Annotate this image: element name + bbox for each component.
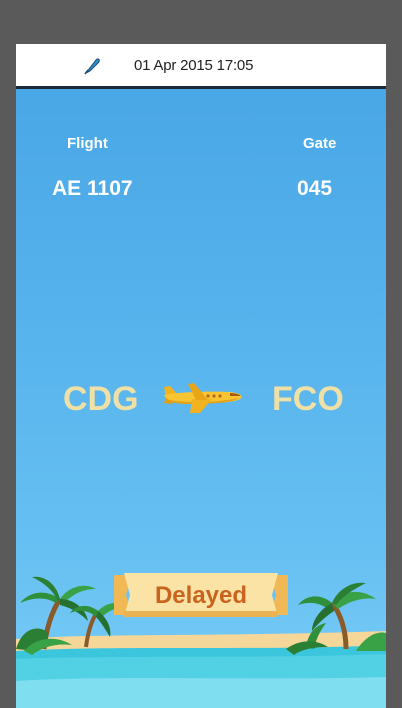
gate-label: Gate	[303, 135, 337, 152]
airplane-icon	[164, 383, 242, 413]
destination-airport: FCO	[272, 380, 344, 418]
flight-label: Flight	[67, 135, 108, 152]
status-datetime: 01 Apr 2015 17:05	[134, 57, 254, 74]
origin-airport: CDG	[63, 380, 139, 418]
phone-screen: 01 Apr 2015 17:05 Flight Gate AE 1107 04…	[16, 44, 386, 708]
gate-number: 045	[297, 177, 333, 200]
flight-status: Delayed	[154, 582, 248, 609]
feather-pen-icon	[84, 58, 100, 75]
status-bar: 01 Apr 2015 17:05	[16, 44, 386, 89]
flight-number: AE 1107	[52, 177, 133, 200]
